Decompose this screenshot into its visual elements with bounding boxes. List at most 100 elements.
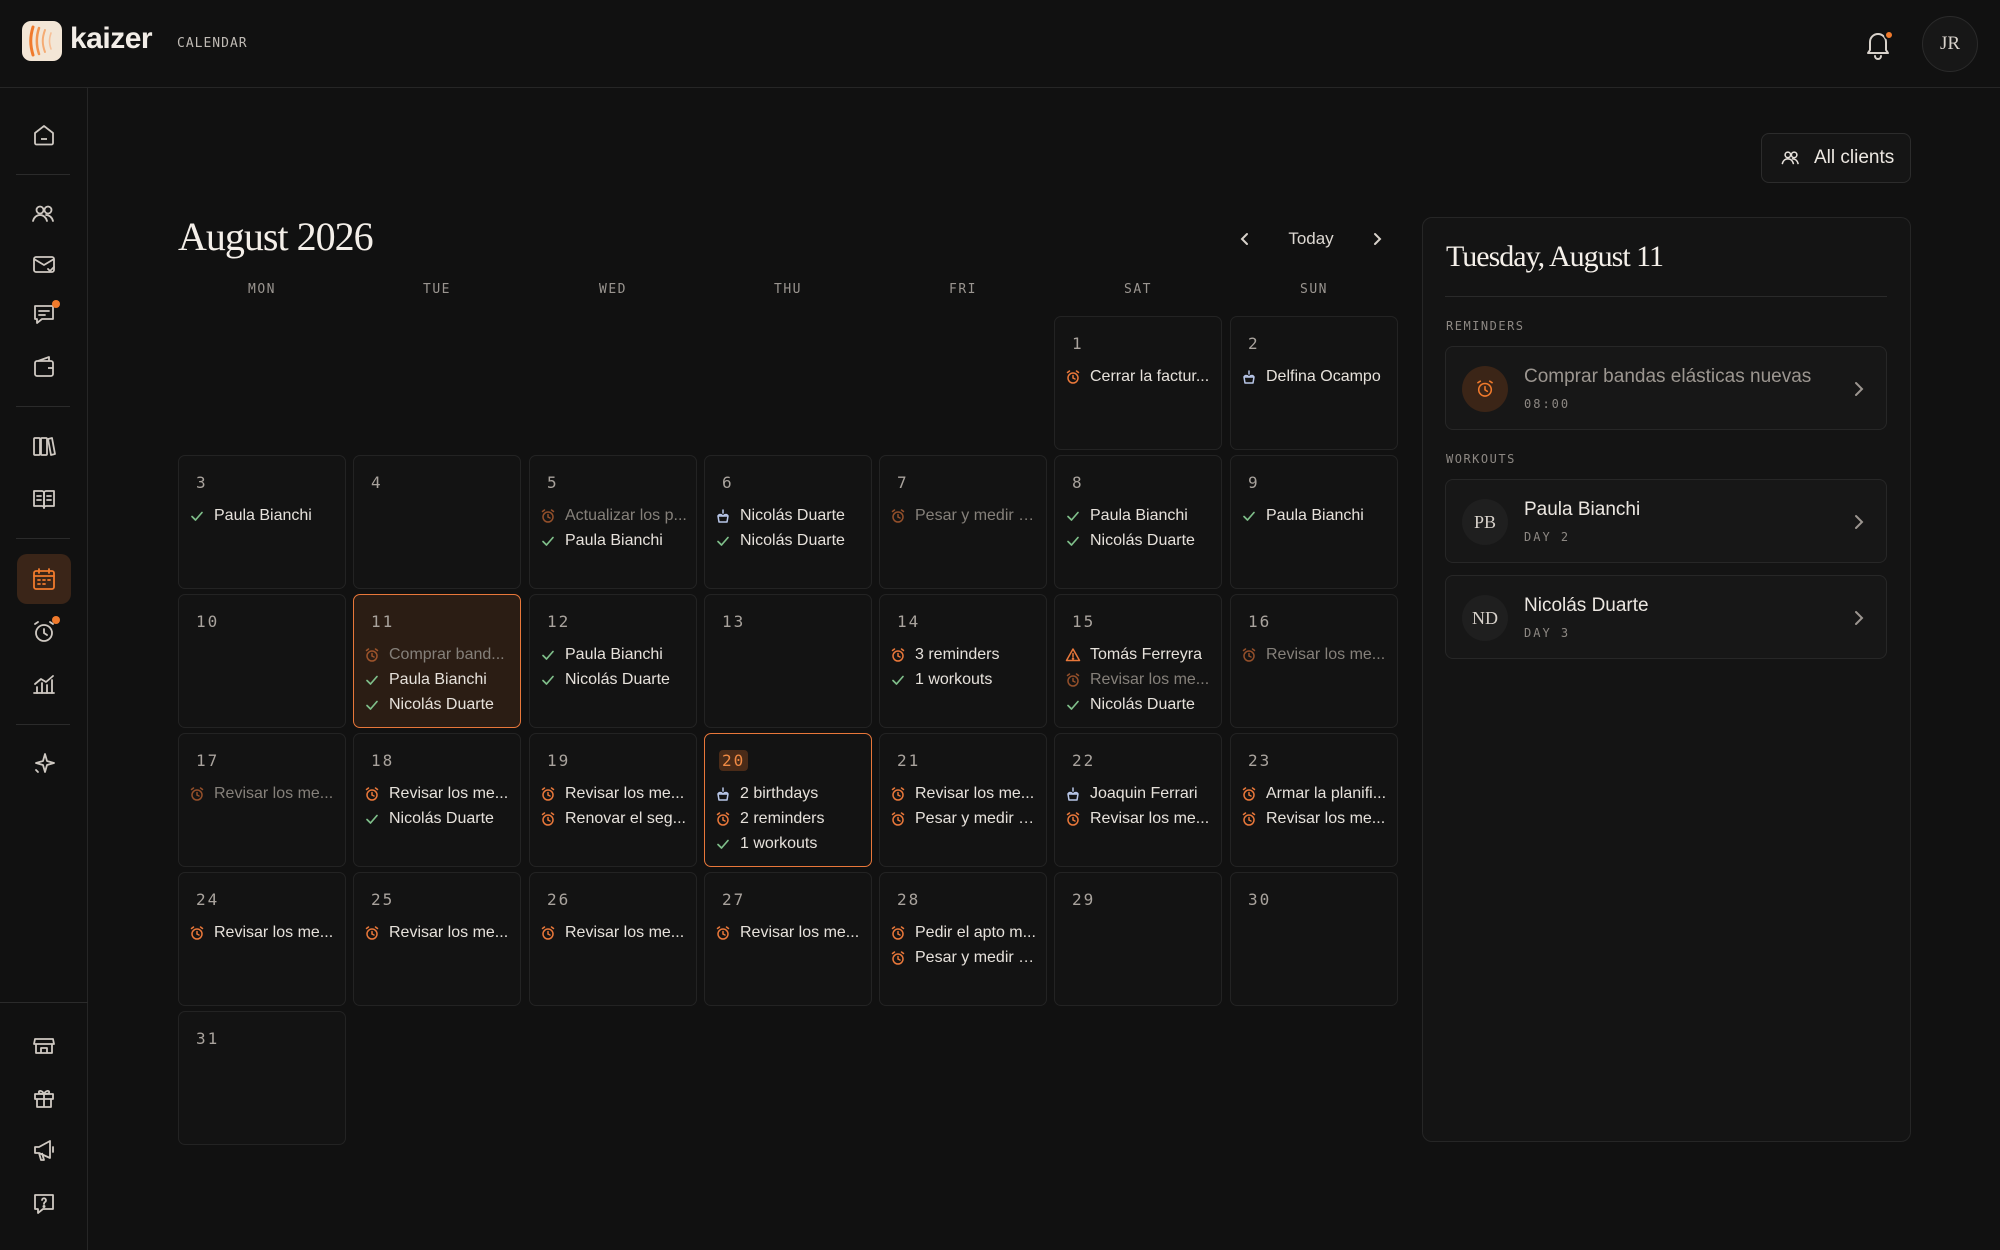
event-label: Paula Bianchi (565, 645, 663, 663)
previous-month-button[interactable] (1232, 224, 1258, 254)
calendar-event[interactable]: Revisar los me... (364, 920, 514, 945)
calendar-event[interactable]: Revisar los me... (1065, 806, 1215, 831)
logo[interactable] (22, 21, 62, 61)
sidebar-item-gifts[interactable] (17, 1073, 71, 1123)
calendar-event[interactable]: Nicolás Duarte (540, 667, 690, 692)
calendar-event[interactable]: Pesar y medir a... (890, 945, 1040, 970)
sidebar-item-reminders[interactable] (17, 607, 71, 657)
sidebar-item-help[interactable] (17, 1178, 71, 1228)
calendar-event[interactable]: Tomás Ferreyra (1065, 642, 1215, 667)
calendar-day-cell[interactable]: 14 3 reminders 1 workouts (879, 594, 1047, 728)
sidebar-item-home[interactable] (17, 110, 71, 160)
calendar-event[interactable]: Nicolás Duarte (364, 806, 514, 831)
calendar-day-cell[interactable]: 27 Revisar los me... (704, 872, 872, 1006)
calendar-event[interactable]: Paula Bianchi (364, 667, 514, 692)
calendar-day-cell[interactable]: 12 Paula Bianchi Nicolás Duarte (529, 594, 697, 728)
calendar-day-cell[interactable]: 2 Delfina Ocampo (1230, 316, 1398, 450)
calendar-event[interactable]: Delfina Ocampo (1241, 364, 1391, 389)
calendar-day-cell[interactable]: 5 Actualizar los p... Paula Bianchi (529, 455, 697, 589)
calendar-event[interactable]: Revisar los me... (715, 920, 865, 945)
sidebar-item-ai[interactable] (17, 738, 71, 788)
calendar-event[interactable]: Nicolás Duarte (715, 503, 865, 528)
all-clients-button[interactable]: All clients (1761, 133, 1911, 183)
calendar-event[interactable]: Revisar los me... (540, 781, 690, 806)
calendar-event[interactable]: 1 workouts (715, 831, 865, 856)
calendar-day-cell[interactable]: 29 (1054, 872, 1222, 1006)
sidebar-item-chat[interactable] (17, 289, 71, 339)
day-events: Nicolás Duarte Nicolás Duarte (715, 503, 865, 553)
workout-card[interactable]: ND Nicolás Duarte DAY 3 (1445, 575, 1887, 659)
calendar-event[interactable]: Paula Bianchi (540, 528, 690, 553)
calendar-day-cell[interactable]: 21 Revisar los me... Pesar y medir a... (879, 733, 1047, 867)
calendar-event[interactable]: Paula Bianchi (1241, 503, 1391, 528)
calendar-event[interactable]: 2 reminders (715, 806, 865, 831)
calendar-day-cell[interactable]: 9 Paula Bianchi (1230, 455, 1398, 589)
sidebar-item-analytics[interactable] (17, 660, 71, 710)
calendar-event[interactable]: Pesar y medir a... (890, 503, 1040, 528)
sidebar-item-guides[interactable] (17, 474, 71, 524)
calendar-event[interactable]: Revisar los me... (540, 920, 690, 945)
calendar-event[interactable]: Revisar los me... (189, 920, 339, 945)
reminder-card[interactable]: Comprar bandas elásticas nuevas 08:00 (1445, 346, 1887, 430)
calendar-day-cell[interactable]: 1 Cerrar la factur... (1054, 316, 1222, 450)
calendar-event[interactable]: Joaquin Ferrari (1065, 781, 1215, 806)
calendar-event[interactable]: Renovar el seg... (540, 806, 690, 831)
calendar-day-cell[interactable]: 4 (353, 455, 521, 589)
calendar-day-cell[interactable]: 23 Armar la planifi... Revisar los me... (1230, 733, 1398, 867)
workout-card[interactable]: PB Paula Bianchi DAY 2 (1445, 479, 1887, 563)
calendar-day-cell[interactable]: 16 Revisar los me... (1230, 594, 1398, 728)
calendar-event[interactable]: 2 birthdays (715, 781, 865, 806)
sidebar-item-wallet[interactable] (17, 342, 71, 392)
calendar-event[interactable]: Actualizar los p... (540, 503, 690, 528)
calendar-event[interactable]: Revisar los me... (1241, 806, 1391, 831)
sidebar-item-store[interactable] (17, 1020, 71, 1070)
calendar-event[interactable]: Nicolás Duarte (1065, 528, 1215, 553)
calendar-event[interactable]: Paula Bianchi (1065, 503, 1215, 528)
calendar-day-cell[interactable]: 20 2 birthdays 2 reminders 1 workouts (704, 733, 872, 867)
calendar-day-cell[interactable]: 10 (178, 594, 346, 728)
calendar-event[interactable]: Revisar los me... (1065, 667, 1215, 692)
calendar-day-cell[interactable]: 15 Tomás Ferreyra Revisar los me... Nicolás… (1054, 594, 1222, 728)
sidebar-item-clients[interactable] (17, 189, 71, 239)
sidebar-item-library[interactable] (17, 421, 71, 471)
calendar-day-cell[interactable]: 17 Revisar los me... (178, 733, 346, 867)
event-label: Revisar los me... (1266, 645, 1386, 663)
calendar-event[interactable]: Revisar los me... (189, 781, 339, 806)
calendar-event[interactable]: Nicolás Duarte (1065, 692, 1215, 717)
calendar-event[interactable]: Nicolás Duarte (364, 692, 514, 717)
calendar-event[interactable]: Pedir el apto m... (890, 920, 1040, 945)
calendar-day-cell[interactable]: 11 Comprar band... Paula Bianchi Nicolás Du… (353, 594, 521, 728)
calendar-day-cell[interactable]: 7 Pesar y medir a... (879, 455, 1047, 589)
calendar-day-cell[interactable]: 6 Nicolás Duarte Nicolás Duarte (704, 455, 872, 589)
calendar-event[interactable]: Revisar los me... (890, 781, 1040, 806)
calendar-event[interactable]: Cerrar la factur... (1065, 364, 1215, 389)
sidebar-item-announcements[interactable] (17, 1125, 71, 1175)
calendar-event[interactable]: Armar la planifi... (1241, 781, 1391, 806)
calendar-day-cell[interactable]: 13 (704, 594, 872, 728)
calendar-day-cell[interactable]: 8 Paula Bianchi Nicolás Duarte (1054, 455, 1222, 589)
calendar-day-cell[interactable]: 24 Revisar los me... (178, 872, 346, 1006)
calendar-day-cell[interactable]: 18 Revisar los me... Nicolás Duarte (353, 733, 521, 867)
calendar-event[interactable]: Revisar los me... (364, 781, 514, 806)
calendar-event[interactable]: Revisar los me... (1241, 642, 1391, 667)
calendar-day-cell[interactable]: 19 Revisar los me... Renovar el seg... (529, 733, 697, 867)
calendar-event[interactable]: 3 reminders (890, 642, 1040, 667)
calendar-day-cell[interactable]: 3 Paula Bianchi (178, 455, 346, 589)
today-button[interactable]: Today (1276, 224, 1346, 254)
calendar-event[interactable]: Nicolás Duarte (715, 528, 865, 553)
calendar-event[interactable]: Paula Bianchi (189, 503, 339, 528)
sidebar-item-calendar[interactable] (17, 554, 71, 604)
calendar-day-cell[interactable]: 30 (1230, 872, 1398, 1006)
calendar-day-cell[interactable]: 26 Revisar los me... (529, 872, 697, 1006)
calendar-day-cell[interactable]: 25 Revisar los me... (353, 872, 521, 1006)
next-month-button[interactable] (1364, 224, 1390, 254)
calendar-event[interactable]: Comprar band... (364, 642, 514, 667)
sidebar-item-messages[interactable] (17, 239, 71, 289)
calendar-event[interactable]: Paula Bianchi (540, 642, 690, 667)
user-avatar[interactable]: JR (1922, 16, 1978, 72)
calendar-event[interactable]: Pesar y medir a... (890, 806, 1040, 831)
calendar-event[interactable]: 1 workouts (890, 667, 1040, 692)
calendar-day-cell[interactable]: 31 (178, 1011, 346, 1145)
calendar-day-cell[interactable]: 28 Pedir el apto m... Pesar y medir a... (879, 872, 1047, 1006)
calendar-day-cell[interactable]: 22 Joaquin Ferrari Revisar los me... (1054, 733, 1222, 867)
